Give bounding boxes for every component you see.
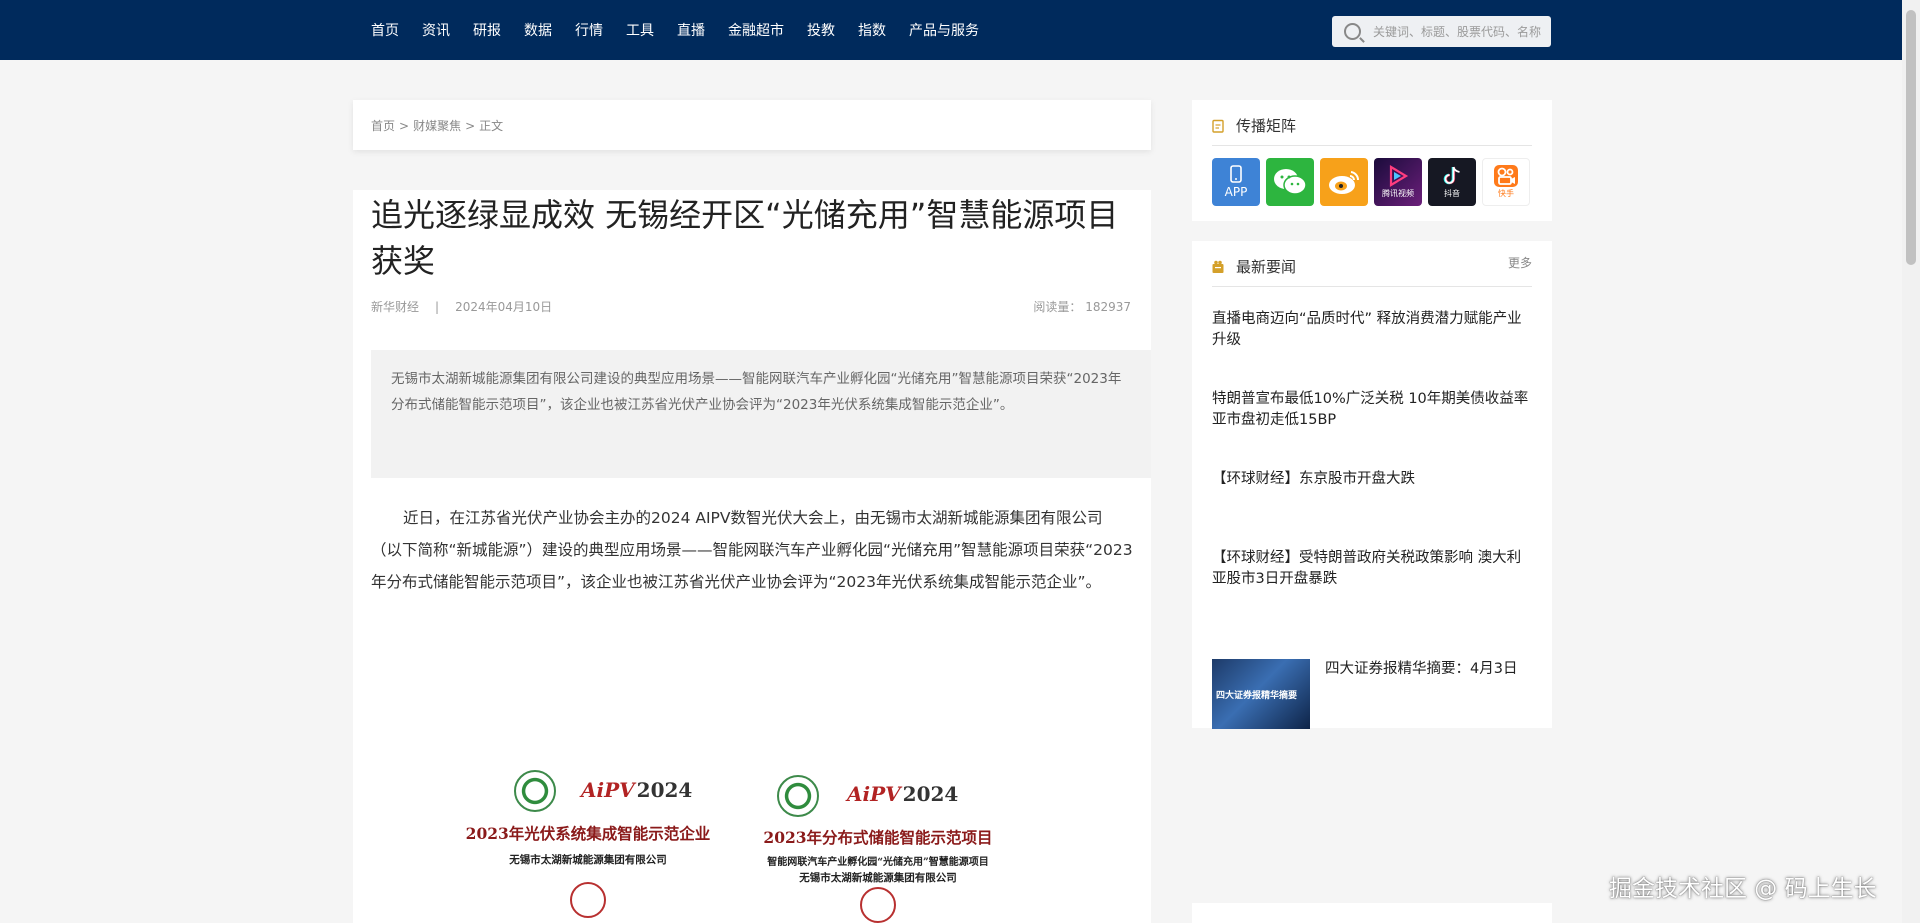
news-header: 最新要闻 更多 xyxy=(1212,255,1532,287)
breadcrumb-card: 首页 > 财媒聚焦 > 正文 xyxy=(353,100,1151,150)
certificate-company: 无锡市太湖新城能源集团有限公司 xyxy=(509,854,667,866)
main-nav: 首页 资讯 研报 数据 行情 工具 直播 金融超市 投教 指数 产品与服务 xyxy=(371,0,1002,60)
news-item[interactable]: 【环球财经】受特朗普政府关税政策影响 澳大利亚股市3日开盘暴跌 xyxy=(1212,548,1532,590)
article-source: 新华财经 xyxy=(371,300,420,314)
certificate-project: AiPV 2024 2023年分布式储能智能示范项目 智能网联汽车产业孵化园“光储… xyxy=(743,770,1013,923)
nav-products-services[interactable]: 产品与服务 xyxy=(909,20,979,40)
matrix-header: 传播矩阵 xyxy=(1212,114,1532,146)
aipv-logo: AiPV 2024 xyxy=(847,782,958,806)
news-thumbnail-caption: 四大证券报精华摘要 xyxy=(1216,691,1298,701)
camera-icon xyxy=(1494,165,1518,187)
certificate-enterprise: AiPV 2024 2023年光伏系统集成智能示范企业 无锡市太湖新城能源集团有限… xyxy=(453,770,723,923)
app-icon[interactable]: APP xyxy=(1212,158,1260,206)
nav-tools[interactable]: 工具 xyxy=(626,20,654,40)
aipv-brand: AiPV xyxy=(581,778,635,802)
nav-data[interactable]: 数据 xyxy=(524,20,552,40)
news-icon xyxy=(1212,260,1224,273)
app-label: APP xyxy=(1224,185,1248,199)
meta-divider: | xyxy=(435,300,440,314)
nav-live[interactable]: 直播 xyxy=(677,20,705,40)
article-date: 2024年04月10日 xyxy=(455,300,553,314)
article-summary: 无锡市太湖新城能源集团有限公司建设的典型应用场景——智能网联汽车产业孵化园“光储… xyxy=(371,350,1151,478)
news-item[interactable]: 【环球财经】东京股市开盘大跌 xyxy=(1212,469,1532,490)
search-input[interactable] xyxy=(1371,23,1551,40)
sidebar-card-partial xyxy=(1192,903,1552,923)
wechat-bubbles-icon xyxy=(1274,169,1307,195)
watermark: 掘金技术社区 @ 码上生长 xyxy=(1609,876,1877,902)
seal-stamp-icon xyxy=(860,887,896,923)
certificate-title: 2023年光伏系统集成智能示范企业 xyxy=(465,824,711,843)
news-item[interactable]: 直播电商迈向“品质时代” 释放消费潜力赋能产业升级 xyxy=(1212,309,1532,351)
weibo-eye-icon xyxy=(1329,171,1360,194)
breadcrumb-separator: > xyxy=(399,119,410,133)
play-triangle-icon xyxy=(1389,165,1409,187)
kuaishou-icon[interactable]: 快手 xyxy=(1482,158,1530,206)
aipv-year: 2024 xyxy=(902,782,959,806)
featured-news-title[interactable]: 四大证券报精华摘要：4月3日 xyxy=(1325,659,1530,680)
article: 追光逐绿显成效 无锡经开区“光储充用”智慧能源项目获奖 新华财经 | 2024年04… xyxy=(353,190,1151,923)
matrix-title: 传播矩阵 xyxy=(1236,117,1297,135)
top-navigation-bar: 首页 资讯 研报 数据 行情 工具 直播 金融超市 投教 指数 产品与服务 xyxy=(0,0,1902,60)
article-body: 近日，在江苏省光伏产业协会主办的2024 AIPV数智光伏大会上，由无锡市太湖新… xyxy=(371,509,1133,591)
news-item[interactable]: 特朗普宣布最低10%广泛关税 10年期美债收益率亚市盘初走低15BP xyxy=(1212,389,1532,431)
certificate-project-name: 智能网联汽车产业孵化园“光储充用”智慧能源项目 xyxy=(767,857,989,868)
douyin-icon[interactable]: 抖音 xyxy=(1428,158,1476,206)
aipv-logo: AiPV 2024 xyxy=(581,778,692,802)
read-count-label: 阅读量： xyxy=(1033,300,1082,314)
matrix-icons: APP 腾讯视频 抖音 快手 xyxy=(1212,158,1536,206)
nav-index[interactable]: 指数 xyxy=(858,20,886,40)
breadcrumb-home[interactable]: 首页 xyxy=(371,119,395,133)
breadcrumb-section[interactable]: 财媒聚焦 xyxy=(413,119,461,133)
latest-news-card: 最新要闻 更多 直播电商迈向“品质时代” 释放消费潜力赋能产业升级 特朗普宣布最… xyxy=(1192,241,1552,729)
search-icon[interactable] xyxy=(1344,23,1361,40)
wechat-icon[interactable] xyxy=(1266,158,1314,206)
nav-news[interactable]: 资讯 xyxy=(422,20,450,40)
page-scrollbar[interactable] xyxy=(1902,0,1920,923)
tencent-video-label: 腾讯视频 xyxy=(1382,189,1414,198)
scrollbar-thumb[interactable] xyxy=(1906,10,1916,265)
breadcrumb-separator: > xyxy=(465,119,476,133)
nav-investor-education[interactable]: 投教 xyxy=(807,20,835,40)
propagation-matrix-card: 传播矩阵 APP 腾讯视频 抖音 快手 xyxy=(1192,100,1552,221)
news-more-link[interactable]: 更多 xyxy=(1508,254,1532,271)
douyin-label: 抖音 xyxy=(1444,189,1460,198)
clipboard-icon xyxy=(1212,119,1224,133)
phone-icon xyxy=(1230,165,1242,183)
nav-home[interactable]: 首页 xyxy=(371,20,399,40)
read-count: 阅读量： 182937 xyxy=(1033,298,1131,315)
seal-stamp-icon xyxy=(570,882,606,918)
weibo-icon[interactable] xyxy=(1320,158,1368,206)
association-logo-icon xyxy=(777,775,819,817)
article-title: 追光逐绿显成效 无锡经开区“光储充用”智慧能源项目获奖 xyxy=(371,196,1119,280)
breadcrumb: 首页 > 财媒聚焦 > 正文 xyxy=(371,117,503,134)
music-note-icon xyxy=(1443,166,1460,185)
nav-research[interactable]: 研报 xyxy=(473,20,501,40)
news-thumbnail[interactable]: 四大证券报精华摘要 xyxy=(1212,659,1310,729)
article-meta: 新华财经 | 2024年04月10日 阅读量： 182937 xyxy=(371,298,1131,315)
award-certificates-image: AiPV 2024 2023年光伏系统集成智能示范企业 无锡市太湖新城能源集团有限… xyxy=(453,770,1013,923)
breadcrumb-current: 正文 xyxy=(479,119,504,133)
association-logo-icon xyxy=(514,770,556,812)
aipv-brand: AiPV xyxy=(847,782,901,806)
news-title: 最新要闻 xyxy=(1236,258,1297,276)
read-count-value: 182937 xyxy=(1085,300,1131,314)
kuaishou-label: 快手 xyxy=(1498,189,1514,198)
tencent-video-icon[interactable]: 腾讯视频 xyxy=(1374,158,1422,206)
aipv-year: 2024 xyxy=(636,778,693,802)
certificate-title: 2023年分布式储能智能示范项目 xyxy=(763,828,993,847)
nav-market[interactable]: 行情 xyxy=(575,20,603,40)
certificate-company: 无锡市太湖新城能源集团有限公司 xyxy=(799,872,957,884)
nav-finance-mall[interactable]: 金融超市 xyxy=(728,20,784,40)
search-box[interactable] xyxy=(1332,16,1551,47)
